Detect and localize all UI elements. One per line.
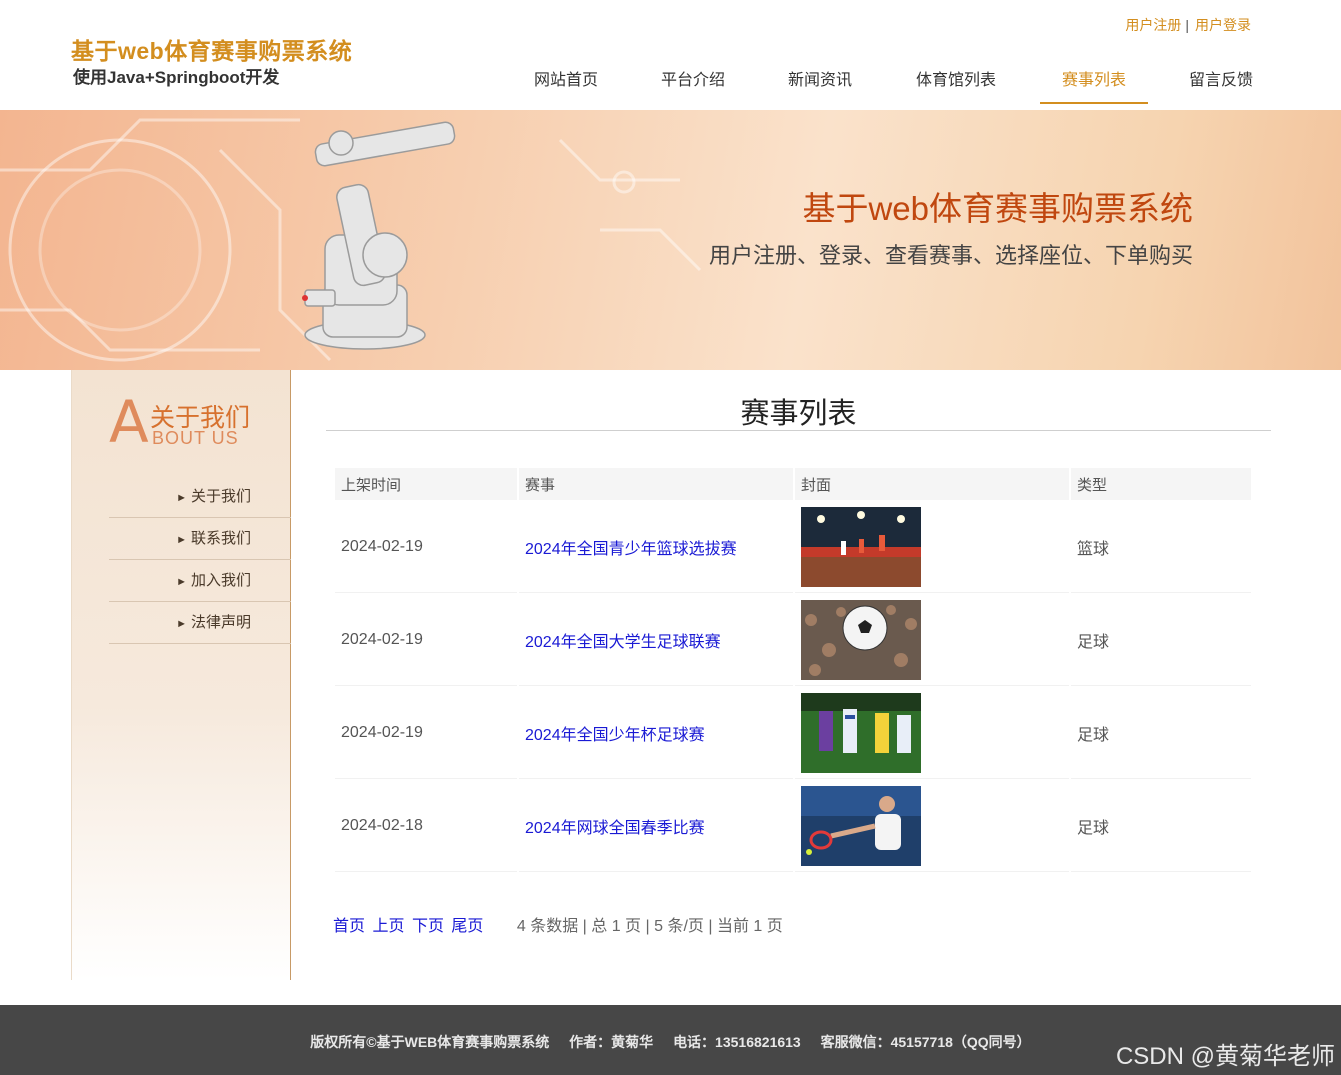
- pagination: 首页 上页 下页 尾页 4 条数据 | 总 1 页 | 5 条/页 | 当前 1…: [333, 912, 783, 936]
- nav-item-event-list[interactable]: 赛事列表: [1040, 60, 1148, 104]
- chevron-right-icon: ►: [176, 492, 187, 504]
- sidebar-item-label: 关于我们: [190, 488, 251, 505]
- site-logo-subtitle: 使用Java+Springboot开发: [73, 68, 280, 87]
- event-date: 2024-02-19: [335, 688, 517, 779]
- sidebar-item-label: 加入我们: [190, 572, 251, 589]
- banner-subtitle: 用户注册、登录、查看赛事、选择座位、下单购买: [708, 243, 1193, 268]
- event-link[interactable]: 2024年全国少年杯足球赛: [525, 727, 705, 744]
- banner-title: 基于web体育赛事购票系统: [802, 190, 1193, 227]
- page-title: 赛事列表: [740, 398, 857, 430]
- first-page-link[interactable]: 首页: [333, 918, 365, 935]
- table-row: 2024-02-19 2024年全国少年杯足球赛 足球: [335, 688, 1251, 779]
- event-date: 2024-02-19: [335, 502, 517, 593]
- sidebar-menu: ► 关于我们 ► 联系我们 ► 加入我们 ► 法律声明: [109, 476, 291, 644]
- event-date: 2024-02-18: [335, 781, 517, 872]
- table-row: 2024-02-18 2024年网球全国春季比赛 足球: [335, 781, 1251, 872]
- login-link[interactable]: 用户登录: [1195, 17, 1251, 33]
- table-row: 2024-02-19 2024年全国大学生足球联赛 足球: [335, 595, 1251, 686]
- soccer-ball-crowd-image[interactable]: [801, 600, 921, 680]
- csdn-watermark: CSDN @黄菊华老师: [1115, 1043, 1335, 1070]
- event-link[interactable]: 2024年网球全国春季比赛: [525, 820, 705, 837]
- footer-phone: 电话：13516821613: [673, 1034, 801, 1050]
- event-type: 足球: [1071, 781, 1251, 872]
- footer-author: 作者：黄菊华: [569, 1034, 654, 1050]
- footer-wechat: 客服微信：45157718（QQ同号）: [820, 1034, 1031, 1050]
- sidebar-item-label: 联系我们: [190, 530, 251, 547]
- register-link[interactable]: 用户注册: [1125, 17, 1181, 33]
- chevron-right-icon: ►: [176, 576, 187, 588]
- chevron-right-icon: ►: [176, 534, 187, 546]
- nav-item-news[interactable]: 新闻资讯: [759, 60, 881, 104]
- event-type: 足球: [1071, 595, 1251, 686]
- nav-item-feedback[interactable]: 留言反馈: [1148, 60, 1294, 104]
- column-header-type: 类型: [1071, 468, 1251, 500]
- site-logo-title[interactable]: 基于web体育赛事购票系统: [71, 32, 352, 66]
- basketball-arena-image[interactable]: [801, 507, 921, 587]
- nav-item-platform-intro[interactable]: 平台介绍: [627, 60, 759, 104]
- user-links-separator: |: [1185, 17, 1189, 33]
- sidebar-item-about[interactable]: ► 关于我们: [109, 476, 291, 518]
- soccer-players-image[interactable]: [801, 693, 921, 773]
- sidebar-item-join[interactable]: ► 加入我们: [109, 560, 291, 602]
- robot-arm-image: [302, 121, 456, 350]
- about-letter: A: [109, 388, 149, 456]
- user-links: 用户注册 | 用户登录: [1125, 15, 1251, 35]
- event-link[interactable]: 2024年全国大学生足球联赛: [525, 634, 721, 651]
- main-nav: 网站首页 平台介绍 新闻资讯 体育馆列表 赛事列表 留言反馈: [505, 60, 1294, 104]
- title-divider: [326, 430, 1271, 431]
- sidebar-item-legal[interactable]: ► 法律声明: [109, 602, 291, 644]
- sidebar-item-contact[interactable]: ► 联系我们: [109, 518, 291, 560]
- sidebar-item-label: 法律声明: [190, 614, 251, 631]
- about-heading-en: BOUT US: [152, 428, 239, 448]
- event-type: 足球: [1071, 688, 1251, 779]
- column-header-date: 上架时间: [335, 468, 517, 500]
- table-row: 2024-02-19 2024年全国青少年篮球选拔赛 篮球: [335, 502, 1251, 593]
- nav-item-stadium-list[interactable]: 体育馆列表: [881, 60, 1031, 104]
- table-header-row: 上架时间 赛事 封面 类型: [335, 468, 1251, 500]
- event-table: 上架时间 赛事 封面 类型 2024-02-19 2024年全国青少年篮球选拔赛: [333, 466, 1253, 874]
- last-page-link[interactable]: 尾页: [451, 918, 483, 935]
- chevron-right-icon: ►: [176, 618, 187, 630]
- site-header: 基于web体育赛事购票系统 使用Java+Springboot开发 用户注册 | 用…: [0, 0, 1341, 110]
- prev-page-link[interactable]: 上页: [372, 918, 404, 935]
- nav-item-home[interactable]: 网站首页: [505, 60, 627, 104]
- event-date: 2024-02-19: [335, 595, 517, 686]
- tennis-player-image[interactable]: [801, 786, 921, 866]
- footer-copyright: 版权所有©基于WEB体育赛事购票系统: [310, 1034, 550, 1050]
- event-link[interactable]: 2024年全国青少年篮球选拔赛: [525, 541, 737, 558]
- column-header-event: 赛事: [519, 468, 793, 500]
- pagination-info: 4 条数据 | 总 1 页 | 5 条/页 | 当前 1 页: [516, 918, 783, 935]
- sidebar: A 关于我们 BOUT US ► 关于我们 ► 联系我们 ► 加入我们 ► 法律声明: [71, 370, 291, 980]
- event-type: 篮球: [1071, 502, 1251, 593]
- column-header-cover: 封面: [795, 468, 1069, 500]
- hero-banner: 基于web体育赛事购票系统 用户注册、登录、查看赛事、选择座位、下单购买: [0, 110, 1341, 370]
- next-page-link[interactable]: 下页: [412, 918, 444, 935]
